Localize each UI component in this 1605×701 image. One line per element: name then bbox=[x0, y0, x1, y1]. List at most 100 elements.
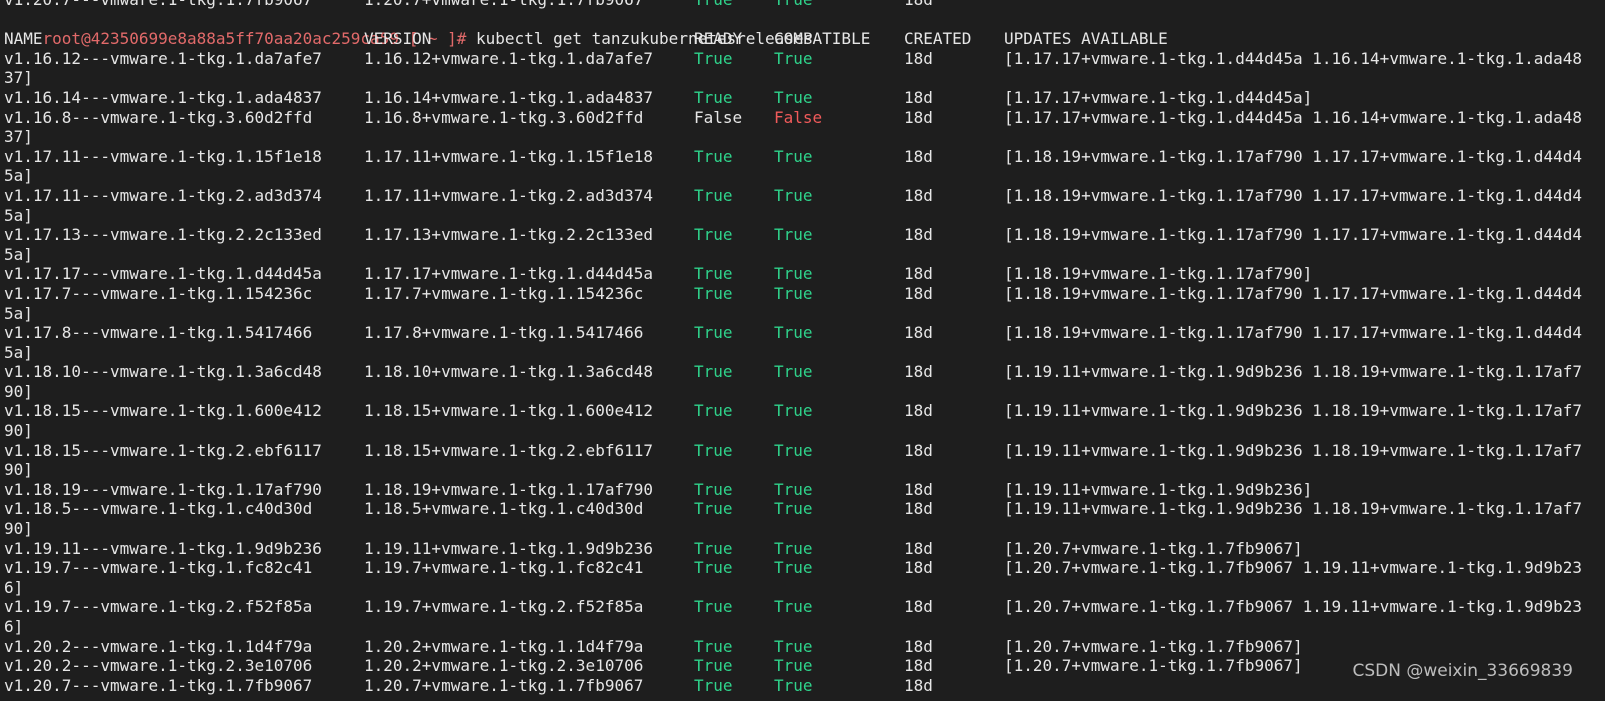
cell-ready: True bbox=[694, 283, 733, 303]
cell-name: v1.17.8---vmware.1-tkg.1.5417466 bbox=[4, 323, 313, 343]
cell-updates: [1.18.19+vmware.1-tkg.1.17af790 1.17.17+… bbox=[1004, 283, 1582, 303]
cell-updates: [1.17.17+vmware.1-tkg.1.d44d45a 1.16.14+… bbox=[1004, 107, 1582, 127]
cell-version: 1.16.8+vmware.1-tkg.3.60d2ffd bbox=[364, 107, 644, 127]
cell-updates: [1.18.19+vmware.1-tkg.1.17af790] bbox=[1004, 264, 1313, 284]
cell-created: 18d bbox=[904, 146, 933, 166]
cell-name: v1.17.17---vmware.1-tkg.1.d44d45a bbox=[4, 264, 322, 284]
wrapped-continuation-line: 5a] bbox=[4, 343, 1605, 363]
table-row: v1.17.11---vmware.1-tkg.2.ad3d374 1.17.11… bbox=[4, 186, 1605, 206]
cell-ready: True bbox=[694, 185, 733, 205]
cell-updates: [1.19.11+vmware.1-tkg.1.9d9b236 1.18.19+… bbox=[1004, 440, 1582, 460]
cell-name: v1.20.7---vmware.1-tkg.1.7fb9067 bbox=[4, 0, 312, 10]
cell-compatible: True bbox=[774, 87, 813, 107]
cell-name: v1.20.2---vmware.1-tkg.1.1d4f79a bbox=[4, 636, 313, 656]
cell-compatible: True bbox=[774, 323, 813, 343]
cell-compatible: True bbox=[774, 225, 813, 245]
cell-version: 1.17.17+vmware.1-tkg.1.d44d45a bbox=[364, 264, 653, 284]
cell-version: 1.20.7+vmware.1-tkg.1.7fb9067 bbox=[364, 0, 643, 10]
cell-version: 1.20.2+vmware.1-tkg.2.3e10706 bbox=[364, 656, 644, 676]
wrapped-text: 90] bbox=[4, 381, 33, 401]
cell-version: 1.19.7+vmware.1-tkg.1.fc82c41 bbox=[364, 558, 644, 578]
wrapped-text: 90] bbox=[4, 460, 33, 480]
table-row: v1.17.7---vmware.1-tkg.1.154236c 1.17.7+v… bbox=[4, 284, 1605, 304]
cell-compatible: True bbox=[774, 440, 813, 460]
cell-version: 1.17.7+vmware.1-tkg.1.154236c bbox=[364, 283, 644, 303]
table-row: v1.18.5---vmware.1-tkg.1.c40d30d 1.18.5+v… bbox=[4, 499, 1605, 519]
header-ready: READY bbox=[694, 29, 743, 49]
cell-version: 1.17.11+vmware.1-tkg.1.15f1e18 bbox=[364, 146, 653, 166]
cell-updates: [1.19.11+vmware.1-tkg.1.9d9b236] bbox=[1004, 479, 1313, 499]
cell-compatible: True bbox=[774, 675, 813, 695]
cell-compatible: True bbox=[774, 538, 813, 558]
cell-created: 18d bbox=[904, 185, 933, 205]
terminal-window[interactable]: v1.20.7---vmware.1-tkg.1.7fb9067 1.20.7+… bbox=[4, 0, 1605, 701]
cell-updates: [1.18.19+vmware.1-tkg.1.17af790 1.17.17+… bbox=[1004, 185, 1582, 205]
cell-compatible: True bbox=[774, 479, 813, 499]
cell-version: 1.16.14+vmware.1-tkg.1.ada4837 bbox=[364, 87, 653, 107]
cell-version: 1.18.15+vmware.1-tkg.1.600e412 bbox=[364, 401, 653, 421]
cell-version: 1.18.19+vmware.1-tkg.1.17af790 bbox=[364, 479, 653, 499]
cell-compatible: True bbox=[774, 283, 813, 303]
wrapped-text: 5a] bbox=[4, 205, 33, 225]
wrapped-continuation-line: 90] bbox=[4, 421, 1605, 441]
table-row: v1.18.15---vmware.1-tkg.1.600e412 1.18.15… bbox=[4, 401, 1605, 421]
table-row: v1.18.19---vmware.1-tkg.1.17af790 1.18.19… bbox=[4, 480, 1605, 500]
cell-created: 18d bbox=[904, 107, 933, 127]
cell-compatible: True bbox=[774, 597, 813, 617]
wrapped-text: 37] bbox=[4, 127, 33, 147]
cell-created: 18d bbox=[904, 225, 933, 245]
cell-compatible: True bbox=[774, 558, 813, 578]
wrapped-text: 37] bbox=[4, 68, 33, 88]
header-created: CREATED bbox=[904, 29, 972, 49]
cell-compatible: True bbox=[774, 656, 813, 676]
cell-ready: False bbox=[694, 107, 743, 127]
cell-ready: True bbox=[694, 401, 733, 421]
cell-updates: [1.20.7+vmware.1-tkg.1.7fb9067 1.19.11+v… bbox=[1004, 597, 1582, 617]
cell-updates: [1.20.7+vmware.1-tkg.1.7fb9067] bbox=[1004, 636, 1303, 656]
wrapped-continuation-line: 90] bbox=[4, 519, 1605, 539]
cell-version: 1.18.15+vmware.1-tkg.2.ebf6117 bbox=[364, 440, 653, 460]
cell-compatible: True bbox=[774, 0, 813, 10]
table-header: NAME VERSION READY COMPATIBLE CREATED UP… bbox=[4, 29, 1605, 49]
wrapped-text: 6] bbox=[4, 577, 24, 597]
cell-version: 1.19.7+vmware.1-tkg.2.f52f85a bbox=[364, 597, 644, 617]
table-row: v1.17.17---vmware.1-tkg.1.d44d45a 1.17.17… bbox=[4, 264, 1605, 284]
cell-created: 18d bbox=[904, 499, 933, 519]
cell-updates: [1.17.17+vmware.1-tkg.1.d44d45a] bbox=[1004, 87, 1313, 107]
table-row: v1.16.8---vmware.1-tkg.3.60d2ffd 1.16.8+v… bbox=[4, 108, 1605, 128]
partial-output-line: v1.20.7---vmware.1-tkg.1.7fb9067 1.20.7+… bbox=[4, 0, 1605, 10]
wrapped-continuation-line: 90] bbox=[4, 460, 1605, 480]
wrapped-continuation-line: 90] bbox=[4, 382, 1605, 402]
cell-updates: [1.18.19+vmware.1-tkg.1.17af790 1.17.17+… bbox=[1004, 146, 1582, 166]
cell-ready: True bbox=[694, 48, 733, 68]
table-row: v1.17.13---vmware.1-tkg.2.2c133ed 1.17.13… bbox=[4, 225, 1605, 245]
cell-ready: True bbox=[694, 636, 733, 656]
wrapped-text: 5a] bbox=[4, 303, 33, 323]
table-row: v1.19.7---vmware.1-tkg.1.fc82c41 1.19.7+v… bbox=[4, 558, 1605, 578]
cell-name: v1.18.5---vmware.1-tkg.1.c40d30d bbox=[4, 499, 313, 519]
header-name: NAME bbox=[4, 29, 43, 49]
cell-updates: [1.19.11+vmware.1-tkg.1.9d9b236 1.18.19+… bbox=[1004, 362, 1582, 382]
cell-ready: True bbox=[694, 656, 733, 676]
table-row: v1.16.14---vmware.1-tkg.1.ada4837 1.16.14… bbox=[4, 88, 1605, 108]
cell-name: v1.20.2---vmware.1-tkg.2.3e10706 bbox=[4, 656, 313, 676]
cell-name: v1.19.7---vmware.1-tkg.1.fc82c41 bbox=[4, 558, 313, 578]
cell-ready: True bbox=[694, 499, 733, 519]
cell-created: 18d bbox=[904, 87, 933, 107]
cell-created: 18d bbox=[904, 323, 933, 343]
cell-version: 1.18.5+vmware.1-tkg.1.c40d30d bbox=[364, 499, 644, 519]
cell-version: 1.18.10+vmware.1-tkg.1.3a6cd48 bbox=[364, 362, 653, 382]
wrapped-text: 5a] bbox=[4, 244, 33, 264]
cell-ready: True bbox=[694, 87, 733, 107]
cell-name: v1.18.15---vmware.1-tkg.1.600e412 bbox=[4, 401, 322, 421]
cell-name: v1.19.7---vmware.1-tkg.2.f52f85a bbox=[4, 597, 313, 617]
table-row: v1.19.7---vmware.1-tkg.2.f52f85a 1.19.7+v… bbox=[4, 597, 1605, 617]
header-updates: UPDATES AVAILABLE bbox=[1004, 29, 1168, 49]
wrapped-continuation-line: 5a] bbox=[4, 166, 1605, 186]
command-prompt-line: root@42350699e8a88a5ff70aa20ac259ca59 [ … bbox=[4, 10, 1605, 48]
cell-name: v1.17.11---vmware.1-tkg.2.ad3d374 bbox=[4, 185, 322, 205]
cell-compatible: True bbox=[774, 401, 813, 421]
cell-name: v1.16.14---vmware.1-tkg.1.ada4837 bbox=[4, 87, 322, 107]
cell-created: 18d bbox=[904, 362, 933, 382]
cell-name: v1.16.12---vmware.1-tkg.1.da7afe7 bbox=[4, 48, 322, 68]
